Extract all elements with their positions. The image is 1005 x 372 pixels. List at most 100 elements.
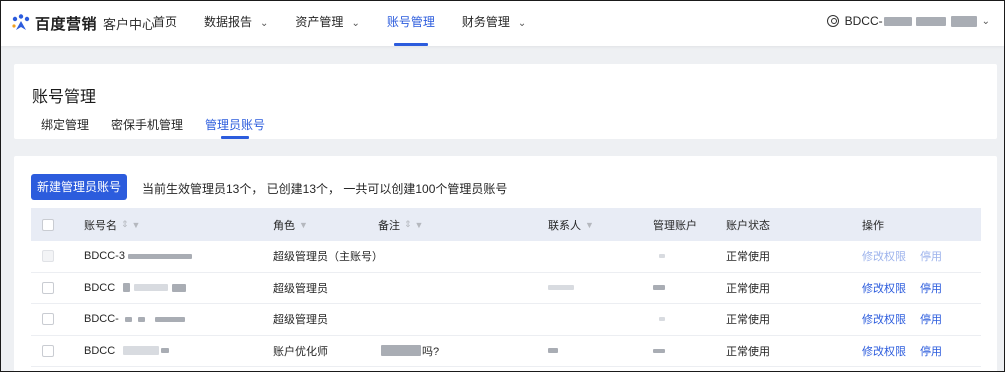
redacted-text [381, 345, 421, 357]
redacted-text [883, 16, 912, 26]
edit-permission-link[interactable]: 修改权限 [862, 280, 906, 296]
nav-item-finance[interactable]: 财务管理 ⌄ [462, 1, 526, 46]
table-row: BDCC-3 超级管理员（主账号） 正常使用 修改权限 停用 [31, 241, 981, 273]
account-name: BDCC-3 [84, 241, 192, 272]
redacted-text [124, 316, 132, 322]
user-icon [826, 15, 839, 27]
contact [548, 336, 558, 367]
role: 超级管理员 [273, 282, 328, 295]
col-note[interactable]: 备注 ⇕ ▼ [378, 208, 423, 241]
nav-item-label: 数据报告 [204, 15, 253, 29]
redacted-text [137, 316, 145, 322]
filter-icon[interactable]: ▼ [415, 220, 424, 230]
brand-subtitle: 客户中心 [103, 16, 156, 32]
filter-icon[interactable]: ▼ [585, 220, 594, 230]
note: 吗? [381, 336, 439, 367]
edit-permission-link[interactable]: 修改权限 [862, 311, 906, 327]
row-checkbox[interactable] [42, 273, 54, 304]
nav-item-label: 财务管理 [461, 15, 510, 29]
edit-permission-link[interactable]: 修改权限 [862, 343, 906, 359]
filter-icon[interactable]: ▼ [132, 220, 141, 230]
col-contact: 联系人 ▼ [548, 208, 594, 241]
account-name: BDCC- [84, 304, 185, 335]
status: 正常使用 [726, 314, 770, 327]
filter-icon[interactable]: ▼ [299, 220, 308, 230]
nav-item-accounts[interactable]: 账号管理 [387, 1, 435, 46]
nav-item-label: 账号管理 [386, 15, 435, 29]
row-checkbox[interactable] [42, 304, 54, 335]
nav-item-label: 首页 [153, 15, 178, 29]
user-account-name: BDCC- [844, 14, 883, 28]
table-row: BDCC 账户优化师 吗? 正常使用 修改权限 停用 [31, 336, 981, 367]
row-checkbox[interactable] [42, 336, 54, 367]
admin-table: 账号名 ⇕ ▼ 角色 ▼ 备注 ⇕ ▼ 联系人 ▼ 管理账户 账户状态 操作 B… [31, 208, 981, 367]
disable-link: 停用 [920, 251, 942, 264]
managed-accounts [659, 241, 665, 272]
col-status: 账户状态 [726, 219, 770, 232]
sort-icon[interactable]: ⇕ [121, 219, 130, 230]
disable-link[interactable]: 停用 [920, 343, 942, 359]
account-name-text: BDCC- [84, 313, 119, 326]
row-actions: 修改权限 停用 [862, 273, 956, 304]
edit-permission-link: 修改权限 [862, 251, 906, 264]
role: 超级管理员 [273, 314, 328, 327]
chevron-down-icon: ⌄ [260, 18, 269, 29]
tab-binding[interactable]: 绑定管理 [41, 116, 89, 139]
page-header: 账号管理 绑定管理 密保手机管理 管理员账号 [14, 64, 997, 139]
select-all-checkbox[interactable] [42, 208, 54, 241]
status: 正常使用 [726, 251, 770, 264]
row-checkbox [42, 241, 54, 272]
redacted-text [123, 283, 131, 293]
account-name: BDCC [84, 336, 170, 367]
table-row: BDCC- 超级管理员 正常使用 修改权限 停用 [31, 304, 981, 336]
contact [548, 273, 574, 304]
brand-name: 百度营销 [35, 15, 98, 33]
nav-item-reports[interactable]: 数据报告 ⌄ [204, 1, 268, 46]
nav-item-assets[interactable]: 资产管理 ⌄ [295, 1, 359, 46]
table-row: BDCC 超级管理员 正常使用 修改权限 停用 [31, 273, 981, 304]
row-actions: 修改权限 停用 [862, 241, 956, 272]
status: 正常使用 [726, 282, 770, 295]
col-account[interactable]: 账号名 ⇕ ▼ [84, 208, 140, 241]
note-text: 吗? [422, 345, 440, 358]
nav-item-home[interactable]: 首页 [153, 1, 177, 46]
table-header: 账号名 ⇕ ▼ 角色 ▼ 备注 ⇕ ▼ 联系人 ▼ 管理账户 账户状态 操作 [31, 208, 981, 241]
chevron-down-icon: ⌄ [351, 18, 360, 29]
tab-bar: 绑定管理 密保手机管理 管理员账号 [41, 116, 287, 139]
managed-accounts [659, 304, 665, 335]
row-actions: 修改权限 停用 [862, 304, 956, 335]
row-actions: 修改权限 停用 [862, 336, 956, 367]
redacted-text [127, 253, 192, 259]
managed-accounts [653, 273, 665, 304]
admin-accounts-panel: 新建管理员账号 当前生效管理员13个， 已创建13个， 一共可以创建100个管理… [14, 156, 997, 371]
nav-item-label: 资产管理 [295, 15, 344, 29]
logo[interactable]: 百度营销 客户中心 [11, 13, 155, 33]
account-name: BDCC [84, 273, 187, 304]
redacted-text [172, 283, 187, 292]
top-nav: 百度营销 客户中心 首页 数据报告 ⌄ 资产管理 ⌄ 账号管理 财务管理 ⌄ BDCC… [1, 1, 1004, 46]
sort-icon[interactable]: ⇕ [404, 219, 413, 230]
col-note-label: 备注 [378, 219, 400, 232]
redacted-text [134, 284, 169, 292]
redacted-text [154, 316, 185, 322]
role: 账户优化师 [273, 345, 328, 358]
disable-link[interactable]: 停用 [920, 311, 942, 327]
account-name-text: BDCC [84, 344, 116, 357]
main-nav: 首页 数据报告 ⌄ 资产管理 ⌄ 账号管理 财务管理 ⌄ [153, 1, 553, 46]
col-actions: 操作 [862, 219, 884, 232]
create-admin-button[interactable]: 新建管理员账号 [31, 174, 127, 200]
col-role: 角色 ▼ [273, 208, 308, 241]
app-window: 百度营销 客户中心 首页 数据报告 ⌄ 资产管理 ⌄ 账号管理 财务管理 ⌄ BDCC… [0, 0, 1005, 372]
baidu-paw-icon [11, 14, 31, 32]
status: 正常使用 [726, 345, 770, 358]
tab-admin-accounts[interactable]: 管理员账号 [205, 116, 265, 139]
disable-link[interactable]: 停用 [920, 280, 942, 296]
redacted-text [915, 16, 946, 26]
col-role-label: 角色 [273, 219, 295, 232]
role: 超级管理员（主账号） [273, 251, 383, 264]
admin-summary-text: 当前生效管理员13个， 已创建13个， 一共可以创建100个管理员账号 [142, 182, 508, 196]
chevron-down-icon: ⌄ [517, 18, 527, 29]
tab-security-phone[interactable]: 密保手机管理 [111, 116, 183, 139]
managed-accounts [653, 336, 665, 367]
user-menu[interactable]: BDCC- ⌄ [826, 14, 990, 28]
